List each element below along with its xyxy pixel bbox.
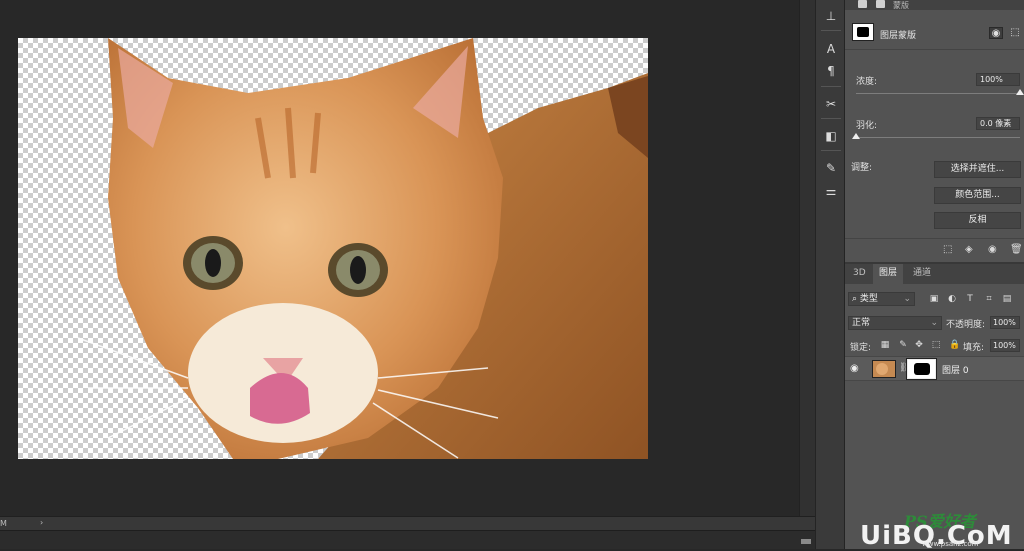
layer-name[interactable]: 图层 0 xyxy=(942,363,969,376)
select-pixel-mask-icon[interactable]: ◉ xyxy=(989,27,1003,39)
adjustments-sliders-icon[interactable]: ⚌ xyxy=(822,183,840,199)
chevron-down-icon: ⌄ xyxy=(903,294,911,304)
right-panels: 蒙版 图层蒙版 ◉ ⬚ 浓度: 100% 羽化: 0.0 像素 调整: 选择并遮… xyxy=(845,0,1024,549)
lock-image-icon[interactable]: ✎ xyxy=(898,340,908,350)
divider xyxy=(821,86,841,87)
layer-row[interactable]: ◉ ⛓ 图层 0 xyxy=(845,356,1024,381)
layer-filter-select[interactable]: ⌕ 类型 ⌄ xyxy=(848,292,915,306)
density-label: 浓度: xyxy=(856,77,878,87)
select-and-mask-button[interactable]: 选择并遮住... xyxy=(934,161,1021,178)
feather-slider-thumb[interactable] xyxy=(852,133,860,139)
document-canvas[interactable] xyxy=(18,38,648,459)
opacity-label: 不透明度: xyxy=(946,320,986,330)
layer-mask-thumbnail[interactable] xyxy=(906,358,937,380)
filter-pixel-icon[interactable]: ▣ xyxy=(929,294,939,304)
apply-mask-icon[interactable]: ◈ xyxy=(965,244,973,255)
blend-mode-select[interactable]: 正常 ⌄ xyxy=(848,316,942,330)
feather-field[interactable]: 0.0 像素 xyxy=(976,117,1020,130)
tab-channels[interactable]: 通道 xyxy=(907,264,937,284)
vector-mask-tab-icon[interactable] xyxy=(876,0,885,8)
properties-tab-label: 蒙版 xyxy=(893,1,909,10)
cat-image xyxy=(77,38,648,459)
character-icon[interactable]: A xyxy=(822,41,840,57)
panel-icon-strip: ⊥ A ¶ ✂ ◧ ✎ ⚌ xyxy=(815,0,845,549)
scroll-corner-icon xyxy=(801,539,811,544)
adjust-label: 调整: xyxy=(851,163,873,173)
tab-layers[interactable]: 图层 xyxy=(873,264,904,284)
density-slider-thumb[interactable] xyxy=(1016,89,1024,95)
density-slider-track[interactable] xyxy=(856,93,1020,94)
density-field[interactable]: 100% xyxy=(976,73,1020,86)
fill-field[interactable]: 100% xyxy=(990,339,1020,352)
filter-kind: 类型 xyxy=(859,294,878,304)
filter-type-icon[interactable]: T xyxy=(965,294,975,304)
feather-slider-track[interactable] xyxy=(856,137,1020,138)
invert-button[interactable]: 反相 xyxy=(934,212,1021,229)
fill-label: 填充: xyxy=(963,343,985,353)
layers-tabs: 3D 图层 通道 xyxy=(845,264,1024,284)
pixel-mask-tab-icon[interactable] xyxy=(858,0,867,8)
horizontal-scrollbar[interactable] xyxy=(0,530,815,549)
visibility-eye-icon[interactable]: ◉ xyxy=(988,244,997,255)
mask-info-row: 图层蒙版 ◉ ⬚ xyxy=(845,14,1024,50)
brush-settings-icon[interactable]: ✎ xyxy=(822,160,840,176)
paragraph-icon[interactable]: ¶ xyxy=(822,63,840,79)
delete-mask-icon[interactable]: 🗑 xyxy=(1010,244,1023,255)
properties-panel: 蒙版 图层蒙版 ◉ ⬚ 浓度: 100% 羽化: 0.0 像素 调整: 选择并遮… xyxy=(845,0,1024,262)
filter-adjustment-icon[interactable]: ◐ xyxy=(947,294,957,304)
properties-tabs: 蒙版 xyxy=(845,0,1024,10)
lock-artboard-icon[interactable]: ⬚ xyxy=(931,340,941,350)
lock-all-icon[interactable]: 🔒 xyxy=(949,340,960,350)
watermark-logo: PS爱好者 UiBQ.CoM www.psahz.com xyxy=(860,508,1020,551)
filter-search-icon: ⌕ xyxy=(852,294,860,304)
watermark-url: www.psahz.com xyxy=(922,540,979,548)
filter-shape-icon[interactable]: ⌗ xyxy=(984,294,994,304)
filter-smart-object-icon[interactable]: ▤ xyxy=(1002,294,1012,304)
color-range-button[interactable]: 颜色范围... xyxy=(934,187,1021,204)
layer-thumbnail[interactable] xyxy=(872,360,896,378)
mask-thumbnail xyxy=(852,23,874,41)
status-bar: M › xyxy=(0,516,815,530)
layers-panel: 3D 图层 通道 ⌕ 类型 ⌄ ▣ ◐ T ⌗ ▤ 正常 ⌄ 不透明度: 100… xyxy=(845,262,1024,549)
blend-mode-value: 正常 xyxy=(852,318,871,328)
lock-transparent-icon[interactable]: ▦ xyxy=(880,340,890,350)
visibility-eye-icon[interactable]: ◉ xyxy=(850,363,859,374)
lock-position-icon[interactable]: ✥ xyxy=(914,340,924,350)
clone-stamp-icon[interactable]: ⊥ xyxy=(822,8,840,24)
divider xyxy=(821,30,841,31)
chevron-down-icon: ⌄ xyxy=(930,318,938,328)
add-vector-mask-icon[interactable]: ⬚ xyxy=(1008,27,1022,39)
zoom-readout[interactable]: M xyxy=(0,519,7,528)
divider xyxy=(821,118,841,119)
vertical-scrollbar[interactable] xyxy=(799,0,815,516)
lock-label: 锁定: xyxy=(850,343,872,353)
library-icon[interactable]: ◧ xyxy=(822,128,840,144)
scissors-icon[interactable]: ✂ xyxy=(822,96,840,112)
feather-label: 羽化: xyxy=(856,121,878,131)
mask-name: 图层蒙版 xyxy=(880,31,917,41)
properties-footer: ⬚ ◈ ◉ 🗑 xyxy=(845,238,1024,260)
status-arrow-icon[interactable]: › xyxy=(40,518,43,527)
canvas-area[interactable] xyxy=(0,0,799,516)
tab-3d[interactable]: 3D xyxy=(847,264,872,284)
opacity-field[interactable]: 100% xyxy=(990,316,1020,329)
divider xyxy=(821,150,841,151)
load-selection-icon[interactable]: ⬚ xyxy=(943,244,952,255)
